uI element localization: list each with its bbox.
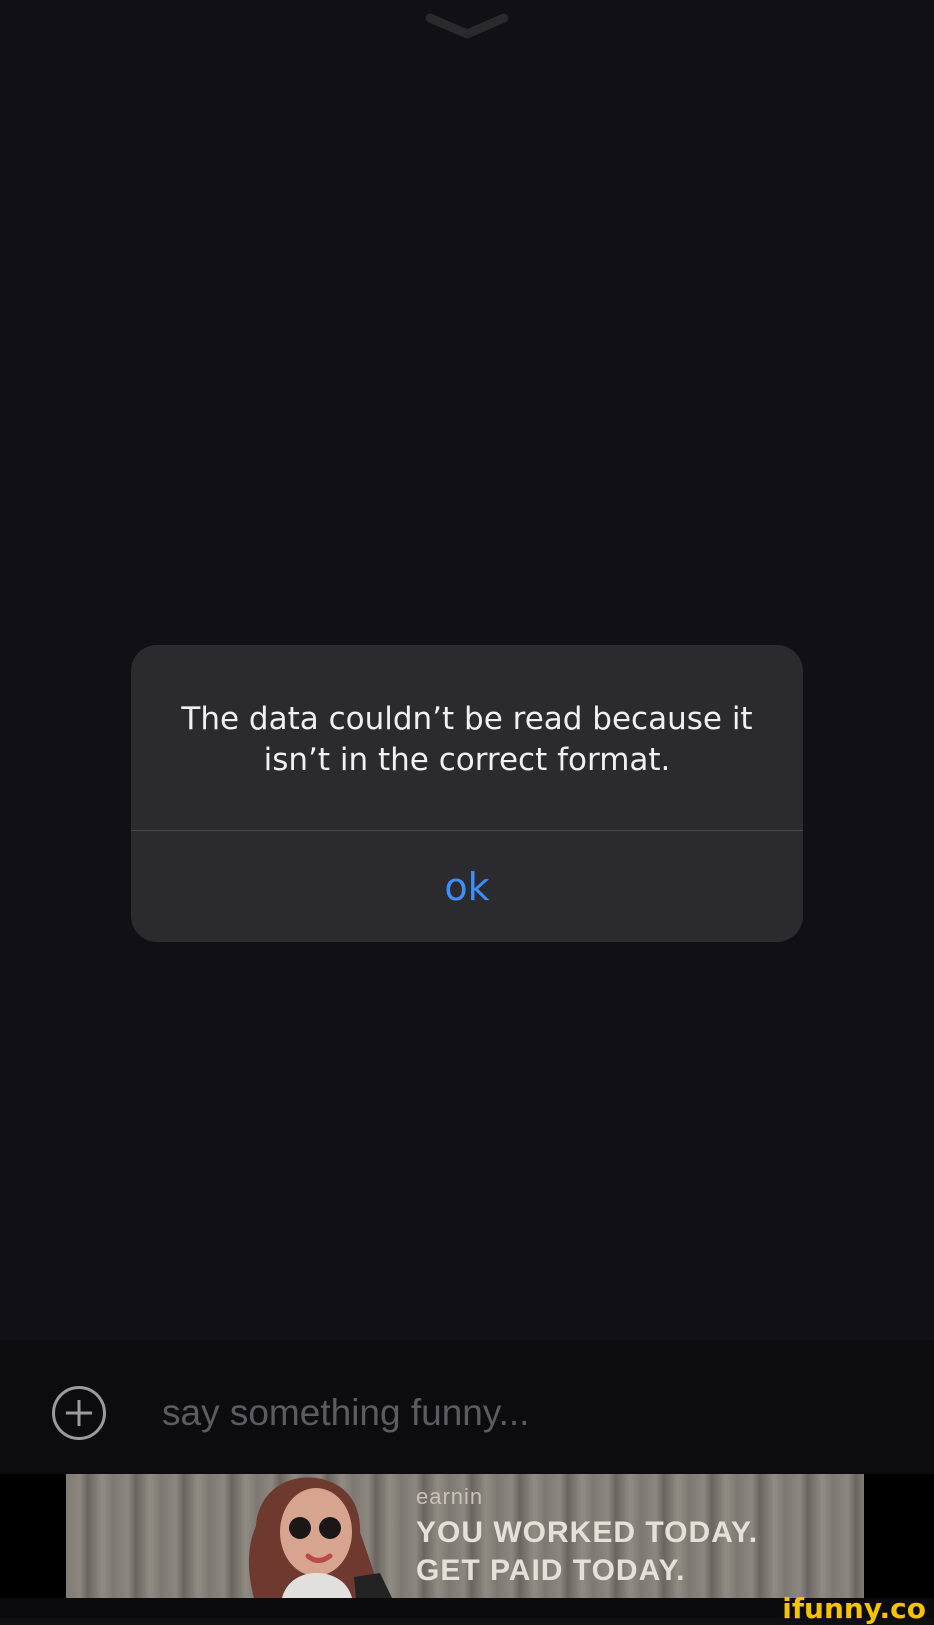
- alert-message: The data couldn’t be read because it isn…: [181, 701, 753, 778]
- chevron-down-icon[interactable]: [424, 10, 510, 40]
- plus-circle-icon[interactable]: [52, 1386, 106, 1440]
- ad-brand: earnin: [416, 1484, 484, 1509]
- ad-model-image: [248, 1477, 392, 1598]
- watermark: ifunny.co: [782, 1592, 926, 1625]
- ok-button[interactable]: ok: [131, 831, 803, 942]
- ad-headline-line1: YOU WORKED TODAY.: [416, 1516, 759, 1549]
- ad-headline-line2: GET PAID TODAY.: [416, 1554, 686, 1587]
- comment-input[interactable]: [160, 1382, 864, 1444]
- ad-banner[interactable]: earnin YOU WORKED TODAY. GET PAID TODAY.: [66, 1474, 864, 1598]
- alert-dialog: The data couldn’t be read because it isn…: [131, 645, 803, 942]
